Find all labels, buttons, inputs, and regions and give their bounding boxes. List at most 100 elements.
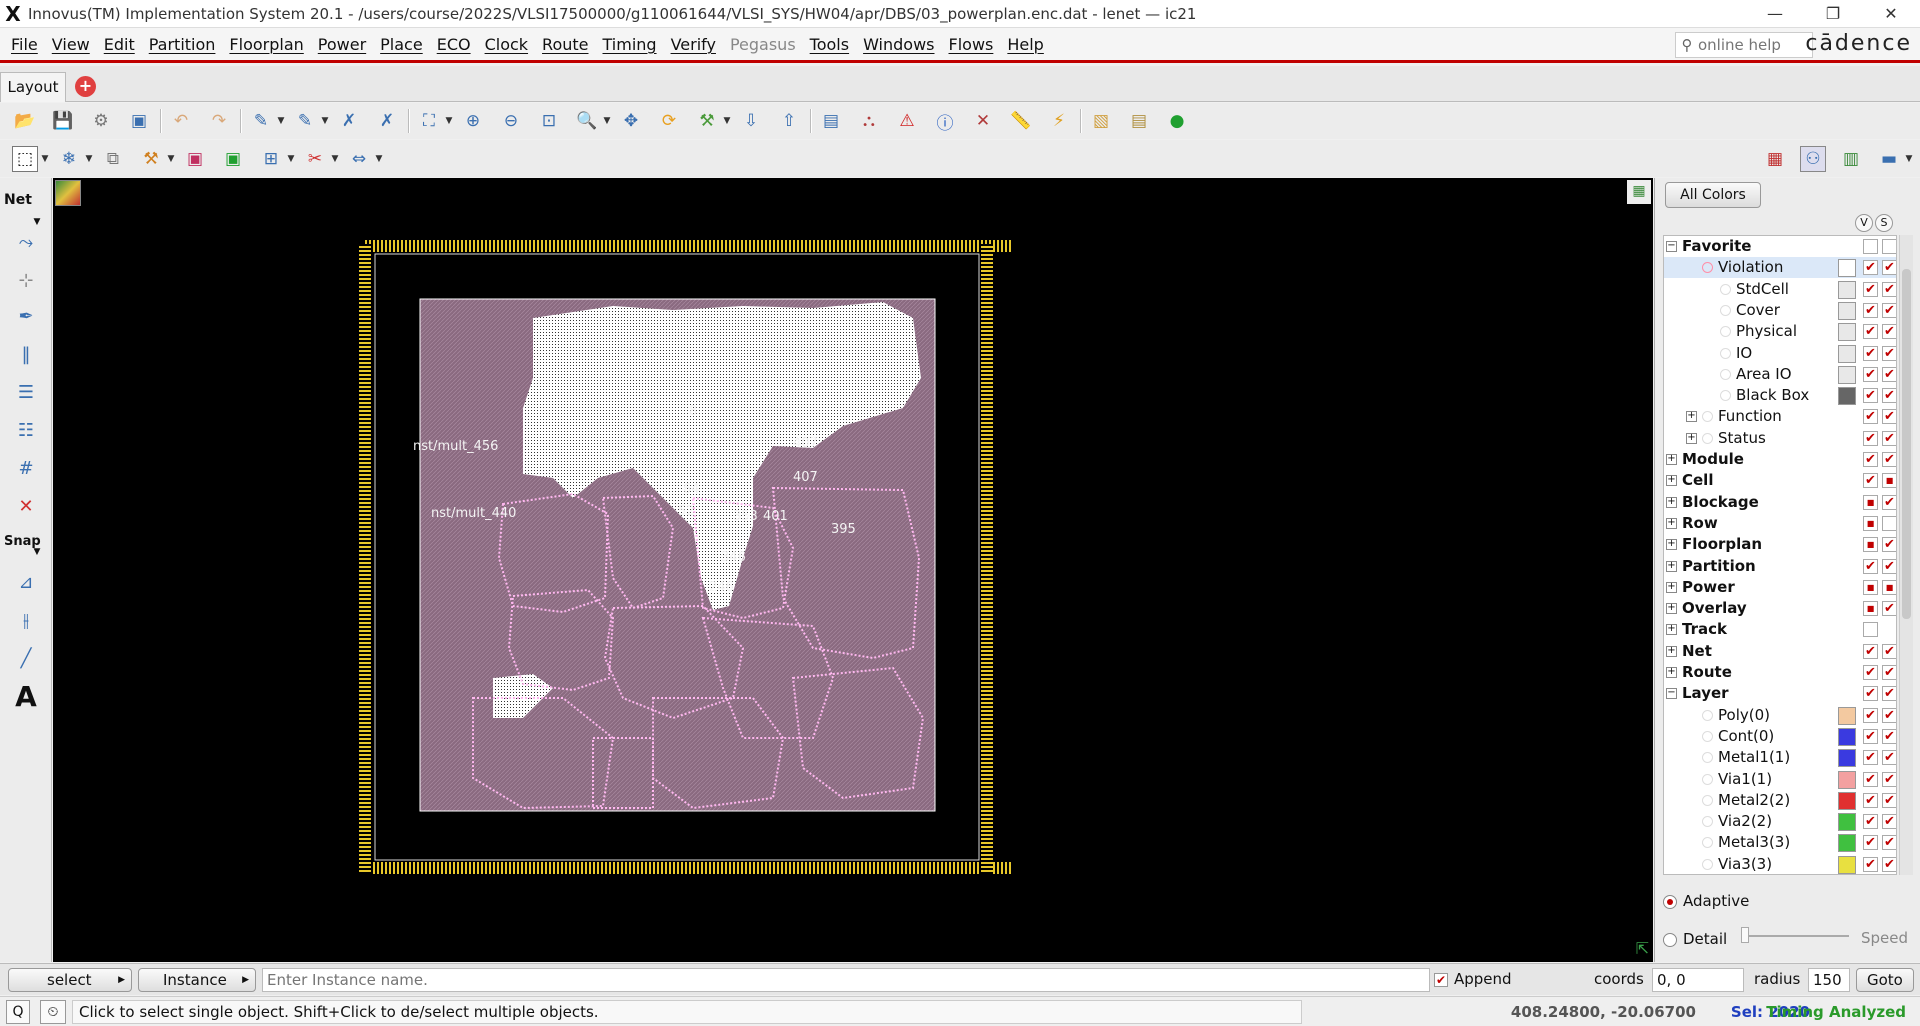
expand-icon[interactable]: +	[1666, 603, 1677, 615]
text-tool-icon[interactable]: A	[4, 680, 48, 713]
chevron-down-icon[interactable]: ▼	[374, 146, 384, 172]
move-up-icon[interactable]: ⇧	[776, 108, 802, 134]
menu-edit[interactable]: Edit	[97, 35, 142, 54]
notes-icon[interactable]: ▤	[1126, 108, 1152, 134]
tree-row-floorplan[interactable]: + Floorplan ■ ✔	[1664, 534, 1896, 555]
collapse-icon[interactable]: −	[1666, 688, 1677, 700]
selectability-checkbox[interactable]: ✔	[1882, 728, 1896, 744]
hierarchy-icon[interactable]: ⛬	[856, 108, 882, 134]
tree-row-violation[interactable]: Violation ✔ ✔	[1664, 257, 1896, 279]
visibility-checkbox[interactable]: ✔	[1863, 452, 1878, 467]
zoom-selected-icon[interactable]: 🔍	[574, 108, 600, 134]
tree-row-black-box[interactable]: Black Box ✔ ✔	[1664, 385, 1896, 406]
selectability-checkbox[interactable]: ✔	[1882, 494, 1896, 510]
tree-row-power[interactable]: + Power ■ ■	[1664, 577, 1896, 598]
visibility-checkbox[interactable]: ✔	[1863, 792, 1878, 808]
select-mode-icon[interactable]: ⬚	[12, 145, 38, 172]
layer-color-swatch[interactable]	[1838, 813, 1856, 832]
tree-row-metal2-2-[interactable]: Metal2(2) ✔ ✔	[1664, 790, 1896, 811]
selectability-checkbox[interactable]: ✔	[1882, 643, 1896, 659]
online-help-input[interactable]	[1698, 36, 1806, 54]
visibility-checkbox[interactable]: ✔	[1863, 835, 1878, 851]
selectability-checkbox[interactable]: ✔	[1882, 537, 1896, 553]
tree-row-overlay[interactable]: + Overlay ■ ✔	[1664, 598, 1896, 619]
visibility-checkbox[interactable]	[1863, 622, 1878, 638]
selectability-checkbox[interactable]: ✔	[1882, 792, 1896, 808]
resize-corner-icon[interactable]: ⇱	[1636, 939, 1649, 958]
selectability-checkbox[interactable]: ✔	[1882, 856, 1896, 872]
copy-icon[interactable]: ⧉	[100, 146, 126, 172]
grid-icon[interactable]: #	[4, 454, 48, 482]
attribute-editor-icon[interactable]: ▧	[1088, 108, 1114, 134]
align-center-icon[interactable]: ☷	[4, 416, 48, 444]
menu-view[interactable]: View	[45, 35, 97, 54]
net-mode-label[interactable]: Net	[4, 192, 32, 208]
ruler-icon[interactable]: 📏	[1008, 108, 1034, 134]
layer-color-swatch[interactable]	[1838, 387, 1856, 406]
selectability-checkbox[interactable]: ✔	[1882, 430, 1896, 446]
layout-canvas[interactable]: nst/mult_456 nst/mult_440 407 407 64 52 …	[53, 178, 1653, 962]
save-icon[interactable]: 💾	[50, 108, 76, 134]
design-browser-icon[interactable]: ▣	[126, 108, 152, 134]
tree-row-poly-0-[interactable]: Poly(0) ✔ ✔	[1664, 705, 1896, 726]
tree-row-via3-3-[interactable]: Via3(3) ✔ ✔	[1664, 854, 1896, 874]
selectability-checkbox[interactable]: ✔	[1882, 814, 1896, 830]
all-colors-button[interactable]: All Colors	[1665, 182, 1761, 208]
visibility-checkbox[interactable]: ■	[1863, 494, 1878, 510]
selectability-checkbox[interactable]: ✔	[1882, 366, 1896, 382]
instance-name-input[interactable]	[262, 968, 1430, 992]
tree-row-metal3-3-[interactable]: Metal3(3) ✔ ✔	[1664, 832, 1896, 853]
expand-icon[interactable]: +	[1686, 432, 1697, 444]
tree-row-row[interactable]: + Row ■	[1664, 513, 1896, 534]
chevron-down-icon[interactable]: ▼	[166, 146, 176, 172]
layer-color-swatch[interactable]	[1838, 791, 1856, 810]
visibility-checkbox[interactable]: ✔	[1863, 473, 1878, 489]
menu-pegasus[interactable]: Pegasus	[723, 35, 803, 54]
restore-button[interactable]: ❐	[1804, 0, 1862, 28]
expand-icon[interactable]: +	[1666, 581, 1677, 593]
adaptive-radio[interactable]	[1663, 895, 1677, 909]
expand-icon[interactable]: +	[1666, 539, 1677, 551]
tree-scrollbar[interactable]	[1899, 235, 1913, 875]
chevron-down-icon[interactable]: ▼	[602, 108, 612, 134]
run-icon[interactable]: ●	[1164, 108, 1190, 134]
dehighlight-icon[interactable]: ✗	[336, 108, 362, 134]
tree-row-via2-2-[interactable]: Via2(2) ✔ ✔	[1664, 811, 1896, 832]
selectability-checkbox[interactable]: ✔	[1882, 835, 1896, 851]
chevron-down-icon[interactable]: ▼	[444, 108, 454, 134]
tab-layout[interactable]: Layout	[0, 72, 66, 102]
detail-radio[interactable]	[1663, 933, 1677, 947]
menu-help[interactable]: Help	[1000, 35, 1050, 54]
visibility-checkbox[interactable]: ■	[1863, 537, 1878, 553]
zoom-out-icon[interactable]: ⊖	[498, 108, 524, 134]
layer-color-swatch[interactable]	[1838, 280, 1856, 299]
layer-view-icon[interactable]: ▬	[1876, 146, 1902, 172]
selectability-checkbox[interactable]: ✔	[1882, 452, 1896, 467]
menu-tools[interactable]: Tools	[803, 35, 856, 54]
selectability-checkbox[interactable]: ✔	[1882, 707, 1896, 723]
selectability-checkbox[interactable]: ✔	[1882, 409, 1896, 425]
tree-row-function[interactable]: + Function ✔ ✔	[1664, 406, 1896, 427]
tree-row-favorite[interactable]: − Favorite	[1664, 236, 1896, 257]
selectability-checkbox[interactable]: ■	[1882, 579, 1896, 595]
layer-color-swatch[interactable]	[1838, 301, 1856, 320]
visibility-checkbox[interactable]: ✔	[1863, 388, 1878, 404]
chevron-down-icon[interactable]: ▼	[320, 108, 330, 134]
tree-row-via1-1-[interactable]: Via1(1) ✔ ✔	[1664, 769, 1896, 790]
layer-palette-icon[interactable]	[55, 180, 81, 206]
tree-row-cont-0-[interactable]: Cont(0) ✔ ✔	[1664, 726, 1896, 747]
physical-view-icon[interactable]: ▥	[1838, 146, 1864, 172]
append-checkbox[interactable]: ✔	[1434, 973, 1448, 987]
selectability-checkbox[interactable]: ✔	[1882, 750, 1896, 766]
layer-color-swatch[interactable]	[1838, 259, 1856, 278]
dehighlight-all-icon[interactable]: ✗	[374, 108, 400, 134]
menu-flows[interactable]: Flows	[942, 35, 1001, 54]
selectability-checkbox[interactable]: ■	[1882, 473, 1896, 489]
menu-route[interactable]: Route	[535, 35, 595, 54]
object-type-dropdown[interactable]: Instance ▶	[138, 968, 256, 992]
selectability-checkbox[interactable]: ✔	[1882, 281, 1896, 297]
snowflake-icon[interactable]: ❄	[56, 146, 82, 172]
tree-row-route[interactable]: + Route ✔ ✔	[1664, 662, 1896, 683]
layer-color-swatch[interactable]	[1838, 323, 1856, 342]
tree-row-metal1-1-[interactable]: Metal1(1) ✔ ✔	[1664, 747, 1896, 768]
